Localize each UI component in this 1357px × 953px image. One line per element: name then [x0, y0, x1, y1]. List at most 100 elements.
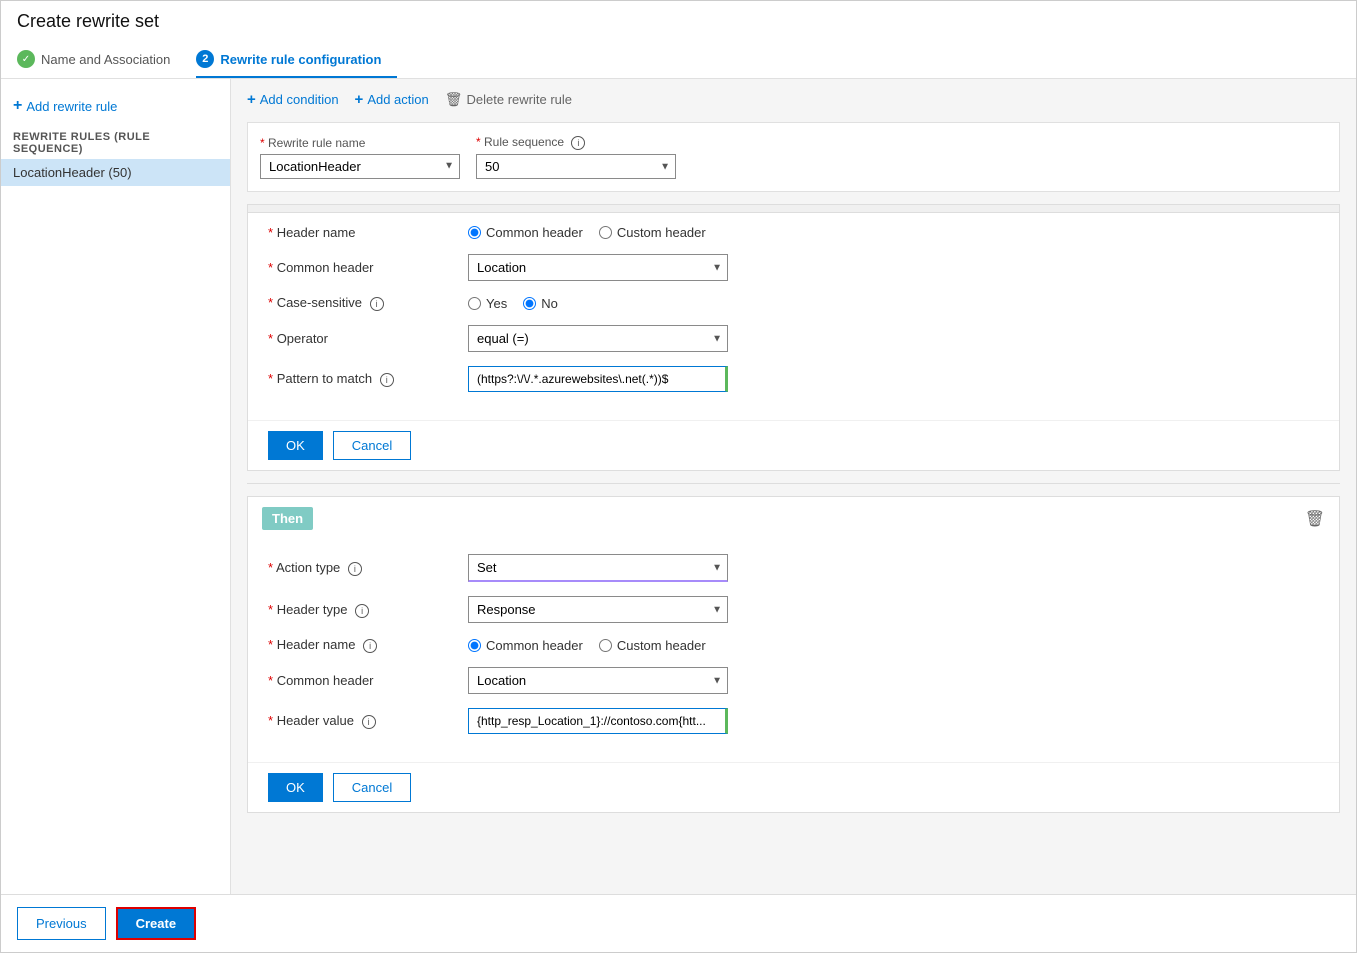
- then-card: Then 🗑 * Action type i: [247, 496, 1340, 813]
- condition-case-sensitive-content: Yes No: [468, 296, 1319, 311]
- case-sensitive-no-label[interactable]: No: [523, 296, 558, 311]
- then-common-header-radio-label[interactable]: Common header: [468, 638, 583, 653]
- condition-common-header-row: * Common header Location: [268, 254, 1319, 281]
- bottom-bar: Previous Create: [1, 894, 1356, 952]
- condition-operator-content: equal (=) not equal (!=): [468, 325, 1319, 352]
- then-header-type-select-wrapper: Response Request: [468, 596, 728, 623]
- sidebar-section-label: REWRITE RULES (RULE SEQUENCE): [1, 123, 230, 159]
- tab-rewrite-config[interactable]: 2 Rewrite rule configuration: [196, 42, 397, 78]
- then-delete-button[interactable]: 🗑: [1305, 509, 1325, 529]
- plus-icon: +: [13, 97, 22, 115]
- then-header-name-content: Common header Custom header: [468, 638, 1319, 653]
- header-type-info-icon: i: [355, 604, 369, 618]
- condition-common-header-radio-text: Common header: [486, 225, 583, 240]
- then-cancel-button[interactable]: Cancel: [333, 773, 411, 802]
- then-card-footer: OK Cancel: [248, 762, 1339, 812]
- then-tag: Then: [262, 507, 313, 530]
- then-common-header-radio[interactable]: [468, 639, 481, 652]
- case-sensitive-info-icon: i: [370, 297, 384, 311]
- sidebar-toolbar: + Add rewrite rule: [1, 89, 230, 123]
- then-header-value-input[interactable]: [468, 708, 728, 734]
- delete-rewrite-rule-button[interactable]: 🗑 Delete rewrite rule: [445, 91, 572, 108]
- case-sensitive-no-text: No: [541, 296, 558, 311]
- condition-card-footer: OK Cancel: [248, 420, 1339, 470]
- condition-header-name-content: Common header Custom header: [468, 225, 1319, 240]
- condition-operator-select[interactable]: equal (=) not equal (!=): [468, 325, 728, 352]
- area-divider: [247, 483, 1340, 484]
- rule-sequence-select-wrapper: 50: [476, 154, 676, 179]
- tab-bar: ✓ Name and Association 2 Rewrite rule co…: [17, 42, 1340, 78]
- condition-header-name-radio-group: Common header Custom header: [468, 225, 706, 240]
- then-custom-header-radio-label[interactable]: Custom header: [599, 638, 706, 653]
- add-condition-button[interactable]: + Add condition: [247, 91, 339, 108]
- rule-sequence-group: * Rule sequence i 50: [476, 135, 676, 179]
- add-action-label: Add action: [367, 92, 428, 107]
- condition-pattern-input[interactable]: [468, 366, 728, 392]
- main-layout: + Add rewrite rule REWRITE RULES (RULE S…: [1, 79, 1356, 894]
- create-button[interactable]: Create: [116, 907, 196, 940]
- then-header-value-row: * Header value i: [268, 708, 1319, 734]
- then-header-name-info-icon: i: [363, 639, 377, 653]
- case-sensitive-yes-radio[interactable]: [468, 297, 481, 310]
- add-action-button[interactable]: + Add action: [355, 91, 429, 108]
- condition-custom-header-radio-text: Custom header: [617, 225, 706, 240]
- delete-rule-label: Delete rewrite rule: [467, 92, 573, 107]
- condition-operator-row: * Operator equal (=) not equal (!=): [268, 325, 1319, 352]
- tab2-number-icon: 2: [196, 50, 214, 68]
- condition-common-header-select[interactable]: Location: [468, 254, 728, 281]
- content-area: + Add condition + Add action 🗑 Delete re…: [231, 79, 1356, 894]
- case-sensitive-radio-group: Yes No: [468, 296, 558, 311]
- condition-cancel-button[interactable]: Cancel: [333, 431, 411, 460]
- condition-common-header-content: Location: [468, 254, 1319, 281]
- then-header-type-select[interactable]: Response Request: [468, 596, 728, 623]
- condition-custom-header-radio-label[interactable]: Custom header: [599, 225, 706, 240]
- then-header-name-label: * Header name i: [268, 637, 468, 653]
- then-ok-button[interactable]: OK: [268, 773, 323, 802]
- then-delete-icon: 🗑: [1305, 511, 1325, 528]
- then-action-type-select[interactable]: Set Delete Append: [468, 554, 728, 582]
- rule-sequence-select[interactable]: 50: [476, 154, 676, 179]
- condition-card-body: * Header name Common header: [248, 205, 1339, 420]
- header-value-info-icon: i: [362, 715, 376, 729]
- condition-common-header-label: * Common header: [268, 260, 468, 275]
- rule-config: * Rewrite rule name LocationHeader * Rul…: [247, 122, 1340, 192]
- then-custom-header-radio-text: Custom header: [617, 638, 706, 653]
- then-action-type-row: * Action type i Set Delete Append: [268, 554, 1319, 582]
- then-common-header-radio-text: Common header: [486, 638, 583, 653]
- case-sensitive-no-radio[interactable]: [523, 297, 536, 310]
- condition-card: * Header name Common header: [247, 204, 1340, 471]
- tab-name-association[interactable]: ✓ Name and Association: [17, 42, 186, 78]
- then-card-header: Then 🗑: [248, 497, 1339, 540]
- tab2-label: Rewrite rule configuration: [220, 52, 381, 67]
- sequence-info-icon: i: [571, 136, 585, 150]
- then-common-header-content: Location: [468, 667, 1319, 694]
- action-type-info-icon: i: [348, 562, 362, 576]
- rule-name-select[interactable]: LocationHeader: [260, 154, 460, 179]
- condition-common-header-radio[interactable]: [468, 226, 481, 239]
- then-header-type-content: Response Request: [468, 596, 1319, 623]
- add-rewrite-rule-button[interactable]: + Add rewrite rule: [13, 97, 117, 115]
- page-header: Create rewrite set ✓ Name and Associatio…: [1, 1, 1356, 79]
- then-action-type-content: Set Delete Append: [468, 554, 1319, 582]
- sidebar-item-location-header[interactable]: LocationHeader (50): [1, 159, 230, 186]
- then-header-value-label: * Header value i: [268, 713, 468, 729]
- then-card-body: * Action type i Set Delete Append: [248, 540, 1339, 762]
- condition-custom-header-radio[interactable]: [599, 226, 612, 239]
- then-header-name-radio-group: Common header Custom header: [468, 638, 706, 653]
- rule-name-select-wrapper: LocationHeader: [260, 154, 460, 179]
- then-header-name-row: * Header name i Common header: [268, 637, 1319, 653]
- condition-pattern-label: * Pattern to match i: [268, 371, 468, 387]
- then-header-type-label: * Header type i: [268, 602, 468, 618]
- then-common-header-select[interactable]: Location: [468, 667, 728, 694]
- then-custom-header-radio[interactable]: [599, 639, 612, 652]
- condition-common-header-select-wrapper: Location: [468, 254, 728, 281]
- delete-icon: 🗑: [445, 91, 463, 108]
- condition-common-header-radio-label[interactable]: Common header: [468, 225, 583, 240]
- add-condition-label: Add condition: [260, 92, 339, 107]
- condition-case-sensitive-label: * Case-sensitive i: [268, 295, 468, 311]
- case-sensitive-yes-text: Yes: [486, 296, 507, 311]
- action-toolbar: + Add condition + Add action 🗑 Delete re…: [247, 91, 1340, 108]
- case-sensitive-yes-label[interactable]: Yes: [468, 296, 507, 311]
- condition-ok-button[interactable]: OK: [268, 431, 323, 460]
- previous-button[interactable]: Previous: [17, 907, 106, 940]
